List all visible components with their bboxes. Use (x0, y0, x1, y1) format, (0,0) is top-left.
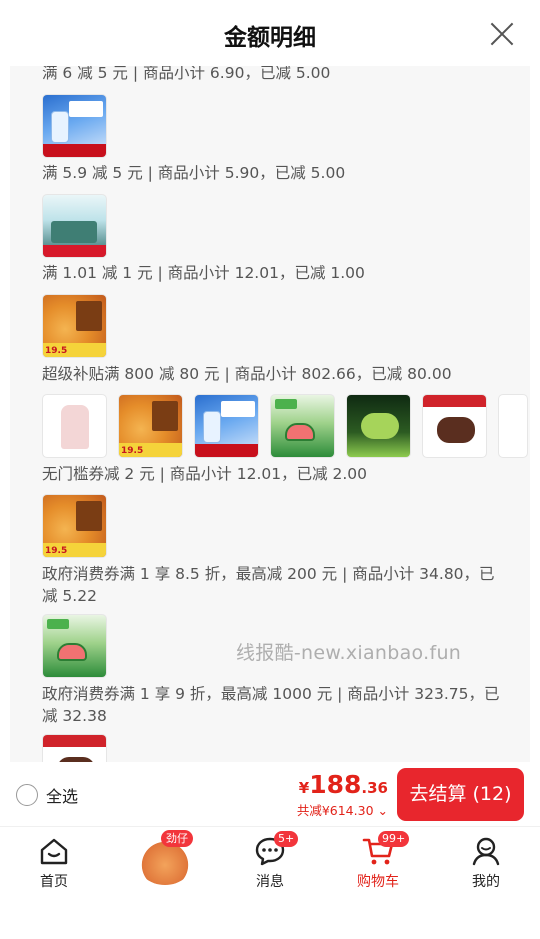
tab-label: 首页 (40, 874, 68, 890)
product-image-waffle[interactable]: 19.5 (118, 394, 183, 458)
product-image-cake[interactable] (42, 734, 107, 762)
tab-cart[interactable]: 99+ 购物车 (338, 827, 418, 901)
product-image-watermelon[interactable] (42, 614, 107, 678)
close-icon[interactable] (490, 22, 514, 46)
select-all-radio[interactable] (16, 784, 38, 806)
home-icon (40, 838, 68, 865)
tab-promo[interactable]: 劲仔 (136, 827, 216, 901)
discount-label: 共减¥614.30 (296, 803, 374, 818)
discount-row-text: 政府消费券满 1 享 9 折，最高减 1000 元 | 商品小计 323.75，… (42, 685, 500, 725)
product-image-box[interactable] (42, 194, 107, 258)
select-all-label: 全选 (46, 787, 79, 806)
product-thumbs: 19.5 (42, 494, 107, 558)
tab-messages[interactable]: 5+ 消息 (230, 827, 310, 901)
tab-home[interactable]: 首页 (14, 827, 94, 901)
product-image-waffle[interactable]: 19.5 (42, 494, 107, 558)
price-label: 19.5 (45, 546, 68, 556)
cart-badge: 99+ (378, 831, 410, 847)
total-price: ¥188.36 共减¥614.30 ⌄ (297, 770, 388, 819)
bottom-tab-bar: 首页 劲仔 5+ 消息 99+ 购物车 我的 (0, 826, 540, 900)
watermark: 线报酷-new.xianbao.fun (236, 642, 462, 664)
product-image-toilet-cleaner[interactable] (42, 94, 107, 158)
checkout-button[interactable]: 去结算 (12) (397, 768, 524, 821)
select-all-toggle[interactable]: 全选 (16, 783, 78, 807)
product-thumbs: 19.5 (42, 294, 107, 358)
product-image-watermelon[interactable] (270, 394, 335, 458)
product-thumbs: 19.5 (42, 394, 528, 458)
total-integer: 188 (309, 770, 362, 799)
product-image-shirt[interactable] (42, 394, 107, 458)
tab-label: 我的 (472, 874, 500, 890)
sheet-header: 金额明细 (0, 0, 540, 66)
total-decimal: .36 (361, 779, 388, 797)
product-thumbs (42, 194, 107, 258)
discount-row-text: 政府消费券满 1 享 8.5 折，最高减 200 元 | 商品小计 34.80，… (42, 565, 495, 605)
price-label: 19.5 (45, 346, 68, 356)
discount-row-text: 无门槛券减 2 元 | 商品小计 12.01，已减 2.00 (42, 465, 368, 483)
product-thumbs (42, 94, 107, 158)
promo-badge: 劲仔 (161, 830, 193, 847)
discount-row-text: 满 6 减 5 元 | 商品小计 6.90，已减 5.00 (42, 66, 331, 82)
price-label: 19.5 (121, 446, 144, 456)
message-badge: 5+ (274, 831, 299, 847)
checkout-bar: 全选 ¥188.36 共减¥614.30 ⌄ 去结算 (12) (0, 762, 540, 826)
total-discount[interactable]: 共减¥614.30 ⌄ (297, 800, 388, 819)
bottom-safe-area (0, 900, 540, 939)
user-icon (472, 837, 500, 866)
discount-row-text: 满 1.01 减 1 元 | 商品小计 12.01，已减 1.00 (42, 264, 365, 282)
currency-symbol: ¥ (298, 779, 310, 797)
discount-row-text: 超级补贴满 800 减 80 元 | 商品小计 802.66，已减 80.00 (42, 365, 452, 383)
product-image-waffle[interactable]: 19.5 (42, 294, 107, 358)
discount-row-text: 满 5.9 减 5 元 | 商品小计 5.90，已减 5.00 (42, 164, 346, 182)
product-thumbs (42, 734, 107, 762)
chevron-down-icon: ⌄ (377, 803, 388, 818)
tab-label: 消息 (256, 874, 284, 890)
product-image-cake[interactable] (422, 394, 487, 458)
product-image-melon[interactable] (346, 394, 411, 458)
tab-label: 购物车 (357, 874, 399, 890)
tab-profile[interactable]: 我的 (446, 827, 526, 901)
product-image-toilet-cleaner[interactable] (194, 394, 259, 458)
amount-detail-sheet: 金额明细 满 6 减 5 元 | 商品小计 6.90，已减 5.00 满 5.9… (0, 0, 540, 762)
product-thumbs (42, 614, 107, 678)
product-image-partial[interactable] (498, 394, 528, 458)
sheet-title: 金额明细 (224, 25, 316, 51)
